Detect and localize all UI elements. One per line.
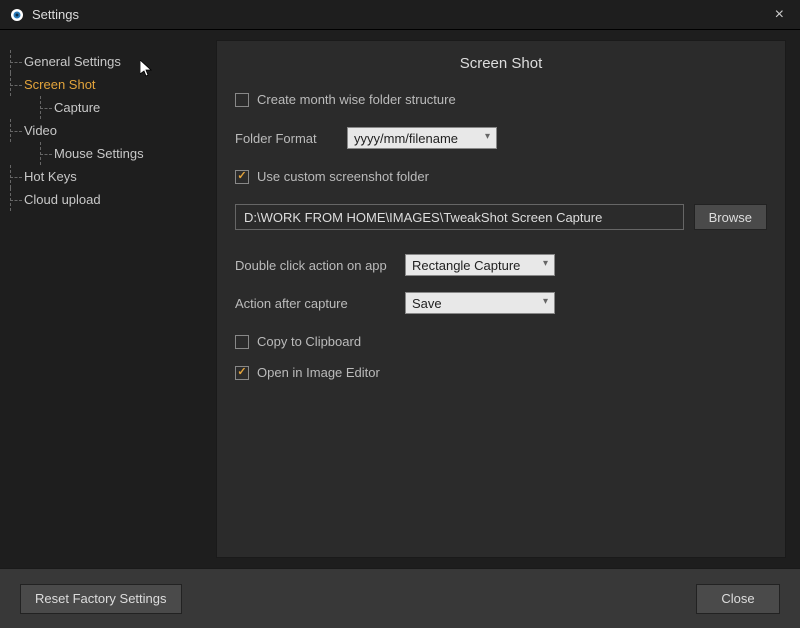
copy-clipboard-label: Copy to Clipboard	[257, 334, 361, 349]
copy-clipboard-checkbox[interactable]	[235, 335, 249, 349]
dblclick-select[interactable]: Rectangle Capture	[405, 254, 555, 276]
sidebar-item-cloud[interactable]: Cloud upload	[24, 188, 200, 211]
use-custom-checkbox[interactable]	[235, 170, 249, 184]
window-title: Settings	[32, 7, 769, 22]
close-button[interactable]: Close	[696, 584, 780, 614]
open-editor-label: Open in Image Editor	[257, 365, 380, 380]
sidebar-item-capture[interactable]: Capture	[24, 96, 200, 119]
sidebar-item-video[interactable]: Video	[24, 119, 200, 142]
titlebar: Settings ×	[0, 0, 800, 30]
sidebar-item-general[interactable]: General Settings	[24, 50, 200, 73]
after-capture-select[interactable]: Save	[405, 292, 555, 314]
sidebar: General Settings Screen Shot Capture Vid…	[0, 30, 210, 568]
footer: Reset Factory Settings Close	[0, 568, 800, 628]
after-capture-label: Action after capture	[235, 296, 405, 311]
dblclick-label: Double click action on app	[235, 258, 405, 273]
app-icon	[10, 8, 24, 22]
use-custom-label: Use custom screenshot folder	[257, 169, 429, 184]
sidebar-item-mouse[interactable]: Mouse Settings	[24, 142, 200, 165]
sidebar-item-hotkeys[interactable]: Hot Keys	[24, 165, 200, 188]
folder-format-select[interactable]: yyyy/mm/filename	[347, 127, 497, 149]
settings-panel: Screen Shot Create month wise folder str…	[216, 40, 786, 558]
folder-format-label: Folder Format	[235, 131, 347, 146]
month-folder-checkbox[interactable]	[235, 93, 249, 107]
panel-title: Screen Shot	[217, 41, 785, 92]
sidebar-item-screenshot[interactable]: Screen Shot	[24, 73, 200, 96]
reset-button[interactable]: Reset Factory Settings	[20, 584, 182, 614]
browse-button[interactable]: Browse	[694, 204, 767, 230]
folder-path-input[interactable]	[235, 204, 684, 230]
open-editor-checkbox[interactable]	[235, 366, 249, 380]
close-icon[interactable]: ×	[769, 6, 790, 24]
month-folder-label: Create month wise folder structure	[257, 92, 456, 107]
